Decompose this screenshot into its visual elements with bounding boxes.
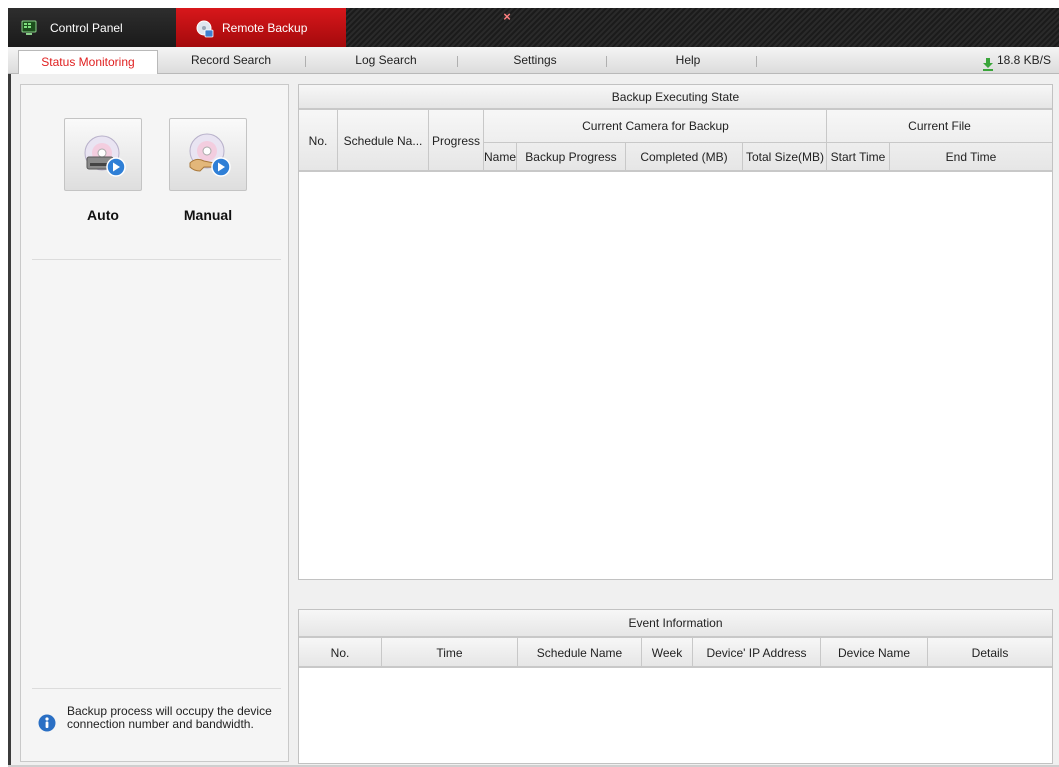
col-no[interactable]: No. [299,110,337,171]
event-table-title: Event Information [299,610,1052,637]
control-panel-icon [21,20,37,36]
speed-value: 18.8 KB/S [996,53,1051,67]
grid-line [484,142,1052,143]
network-speed: 18.8 KB/S [982,47,1051,74]
grid-line [516,143,517,171]
tab-separator [606,56,607,67]
col-event-details[interactable]: Details [928,638,1052,667]
close-tab-icon[interactable]: × [500,10,514,24]
grid-line [483,110,484,171]
grid-line [820,638,821,667]
tab-control-panel[interactable]: Control Panel [8,8,176,47]
tab-help[interactable]: Help [628,47,748,74]
tab-remote-backup[interactable]: Remote Backup × [176,8,511,47]
col-camera-name[interactable]: Name [484,143,516,171]
col-backup-progress[interactable]: Backup Progress [517,143,625,171]
tab-remote-backup-label: Remote Backup [222,20,308,35]
tab-log-search[interactable]: Log Search [326,47,446,74]
tab-control-panel-label: Control Panel [50,20,123,35]
tab-status-monitoring[interactable]: Status Monitoring [18,50,158,74]
sub-tab-bar: Status Monitoring Record Search Log Sear… [8,47,1059,74]
auto-backup-icon [84,135,126,177]
backup-info-text: Backup process will occupy the device co… [67,704,272,731]
grid-line [428,110,429,171]
remote-backup-icon [196,20,214,37]
auto-backup-button[interactable] [64,118,142,191]
col-progress[interactable]: Progress [429,110,483,171]
manual-label: Manual [183,207,233,223]
col-total-size[interactable]: Total Size(MB) [743,143,827,171]
backup-mode-panel: Auto Manual Backup process will occupy t… [20,84,289,762]
divider [32,259,281,260]
manual-backup-button[interactable] [169,118,247,191]
col-schedule-name[interactable]: Schedule Na... [338,110,428,171]
col-start-time[interactable]: Start Time [827,143,889,171]
group-current-file: Current File [908,119,971,133]
grid-line [299,637,1052,638]
col-completed[interactable]: Completed (MB) [626,143,742,171]
col-event-device-name[interactable]: Device Name [821,638,927,667]
divider [32,688,281,689]
manual-backup-icon [189,133,231,177]
grid-line [641,638,642,667]
tab-separator [305,56,306,67]
tab-record-search[interactable]: Record Search [171,47,291,74]
tab-separator [457,56,458,67]
col-event-ip-address[interactable]: Device' IP Address [693,638,820,667]
grid-line [337,110,338,171]
frame-edge [8,74,11,767]
grid-line [299,171,1052,172]
grid-line [381,638,382,667]
auto-label: Auto [87,207,119,223]
col-event-no[interactable]: No. [299,638,381,667]
grid-line [927,638,928,667]
info-icon [38,714,56,732]
group-current-camera: Current Camera for Backup [582,119,729,133]
tab-separator [756,56,757,67]
tab-settings[interactable]: Settings [480,47,590,74]
event-info-table: Event Information No. Time Schedule Name… [298,609,1053,764]
grid-line [517,638,518,667]
grid-line [826,110,827,171]
title-bar: Control Panel Remote Backup × [8,8,1059,47]
col-end-time[interactable]: End Time [890,143,1052,171]
backup-table-title: Backup Executing State [299,85,1052,109]
grid-line [692,638,693,667]
grid-line [742,143,743,171]
grid-line [625,143,626,171]
col-event-time[interactable]: Time [382,638,517,667]
grid-line [889,143,890,171]
backup-state-table: Backup Executing State No. Schedule Na..… [298,84,1053,580]
col-event-week[interactable]: Week [642,638,692,667]
download-icon [982,54,994,71]
grid-line [299,109,1052,110]
grid-line [299,667,1052,668]
col-event-schedule-name[interactable]: Schedule Name [518,638,641,667]
